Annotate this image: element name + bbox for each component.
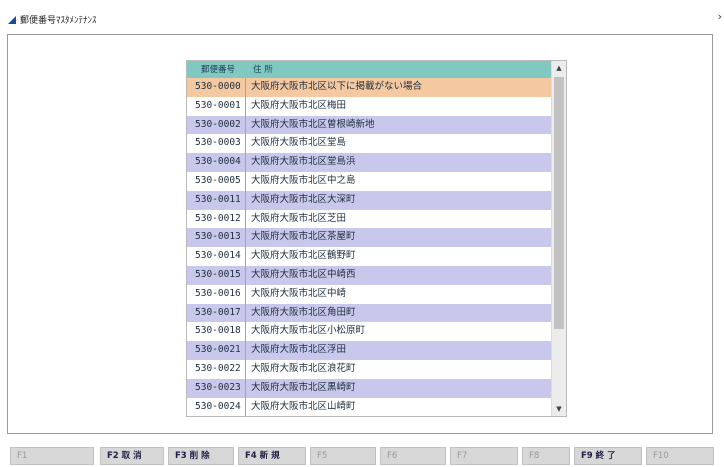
table-row[interactable]: 530-0016 大阪府大阪市北区中崎: [187, 284, 552, 304]
table-row[interactable]: 530-0011 大阪府大阪市北区大深町: [187, 190, 552, 210]
address-cell[interactable]: 大阪府大阪市北区中崎西: [247, 266, 556, 285]
address-cell[interactable]: 大阪府大阪市北区中崎: [247, 285, 556, 304]
table-row[interactable]: 530-0014 大阪府大阪市北区鶴野町: [187, 247, 552, 266]
address-cell[interactable]: 大阪府大阪市北区小松原町: [247, 322, 556, 341]
table-row[interactable]: 530-0021 大阪府大阪市北区浮田: [187, 341, 552, 360]
zip-cell[interactable]: 530-0014: [187, 247, 246, 266]
zip-cell[interactable]: 530-0001: [187, 96, 246, 116]
address-cell[interactable]: 大阪府大阪市北区梅田: [247, 97, 556, 116]
address-cell[interactable]: 大阪府大阪市北区扇町: [247, 416, 556, 417]
zip-cell[interactable]: 530-0012: [187, 209, 246, 229]
fkey-f1-button[interactable]: F1: [10, 447, 94, 465]
zip-cell[interactable]: 530-0017: [187, 303, 246, 323]
zip-cell[interactable]: 530-0002: [187, 115, 246, 135]
table-row[interactable]: 530-0000 大阪府大阪市北区以下に掲載がない場合: [187, 78, 552, 97]
address-cell[interactable]: 大阪府大阪市北区黒崎町: [247, 379, 556, 398]
close-icon[interactable]: ›: [718, 10, 722, 23]
fkey-f3-button[interactable]: F3 削 除: [168, 447, 234, 465]
zip-cell[interactable]: 530-0025: [187, 416, 246, 417]
zip-cell[interactable]: 530-0018: [187, 322, 246, 342]
address-cell[interactable]: 大阪府大阪市北区山崎町: [247, 398, 556, 416]
scrollbar-thumb[interactable]: [554, 77, 564, 329]
table-row[interactable]: 530-0003 大阪府大阪市北区堂島: [187, 134, 552, 154]
address-cell[interactable]: 大阪府大阪市北区大深町: [247, 191, 556, 210]
table-row[interactable]: 530-0013 大阪府大阪市北区茶屋町: [187, 228, 552, 248]
address-cell[interactable]: 大阪府大阪市北区曽根崎新地: [247, 116, 556, 135]
zip-cell[interactable]: 530-0015: [187, 265, 246, 285]
fkey-f7-button[interactable]: F7: [450, 447, 518, 465]
fkey-f6-button[interactable]: F6: [380, 447, 446, 465]
table-row[interactable]: 530-0017 大阪府大阪市北区角田町: [187, 303, 552, 323]
zip-cell[interactable]: 530-0021: [187, 341, 246, 360]
zip-cell[interactable]: 530-0000: [187, 78, 246, 97]
app-icon: [8, 16, 16, 24]
table-row[interactable]: 530-0018 大阪府大阪市北区小松原町: [187, 322, 552, 342]
fkey-f5-button[interactable]: F5: [310, 447, 376, 465]
address-cell[interactable]: 大阪府大阪市北区堂島: [247, 134, 556, 153]
zip-cell[interactable]: 530-0023: [187, 378, 246, 398]
fkey-f4-button[interactable]: F4 新 規: [238, 447, 306, 465]
zip-cell[interactable]: 530-0003: [187, 134, 246, 154]
grid-header: 郵便番号 住 所: [187, 61, 552, 78]
chevron-up-icon[interactable]: ▲: [552, 61, 566, 75]
table-row[interactable]: 530-0025大阪府大阪市北区扇町: [187, 416, 552, 417]
fkey-f8-button[interactable]: F8: [522, 447, 570, 465]
address-cell[interactable]: 大阪府大阪市北区浮田: [247, 341, 556, 360]
address-cell[interactable]: 大阪府大阪市北区芝田: [247, 210, 556, 229]
zip-cell[interactable]: 530-0024: [187, 397, 246, 416]
address-cell[interactable]: 大阪府大阪市北区鶴野町: [247, 247, 556, 266]
address-cell[interactable]: 大阪府大阪市北区角田町: [247, 304, 556, 323]
table-row[interactable]: 530-0001 大阪府大阪市北区梅田: [187, 96, 552, 116]
table-row[interactable]: 530-0005 大阪府大阪市北区中之島: [187, 171, 552, 191]
title-bar: 郵便番号ﾏｽﾀﾒﾝﾃﾅﾝｽ ›: [0, 0, 724, 34]
postal-code-grid[interactable]: 郵便番号 住 所 530-0000 大阪府大阪市北区以下に掲載がない場合 530-0…: [186, 60, 567, 417]
zip-cell[interactable]: 530-0013: [187, 228, 246, 248]
table-row[interactable]: 530-0012 大阪府大阪市北区芝田: [187, 209, 552, 229]
table-row[interactable]: 530-0015 大阪府大阪市北区中崎西: [187, 265, 552, 285]
fkey-f10-button[interactable]: F10: [646, 447, 714, 465]
address-cell[interactable]: 大阪府大阪市北区以下に掲載がない場合: [247, 78, 556, 97]
address-cell[interactable]: 大阪府大阪市北区浪花町: [247, 360, 556, 379]
grid-rows: 530-0000 大阪府大阪市北区以下に掲載がない場合 530-0001 大阪府大阪市…: [187, 78, 552, 417]
vertical-scrollbar[interactable]: ▲ ▼: [551, 61, 566, 416]
zip-cell[interactable]: 530-0005: [187, 171, 246, 191]
table-row[interactable]: 530-0023 大阪府大阪市北区黒崎町: [187, 378, 552, 398]
zip-cell[interactable]: 530-0016: [187, 284, 246, 304]
zip-cell[interactable]: 530-0011: [187, 190, 246, 210]
fkey-f2-button[interactable]: F2 取 消: [100, 447, 164, 465]
header-zip[interactable]: 郵便番号: [201, 63, 235, 75]
table-row[interactable]: 530-0004 大阪府大阪市北区堂島浜: [187, 153, 552, 172]
header-address[interactable]: 住 所: [253, 63, 273, 75]
zip-cell[interactable]: 530-0022: [187, 359, 246, 379]
table-row[interactable]: 530-0002 大阪府大阪市北区曽根崎新地: [187, 115, 552, 135]
table-row[interactable]: 530-0022 大阪府大阪市北区浪花町: [187, 359, 552, 379]
address-cell[interactable]: 大阪府大阪市北区中之島: [247, 172, 556, 191]
address-cell[interactable]: 大阪府大阪市北区堂島浜: [247, 153, 556, 172]
table-row[interactable]: 530-0024 大阪府大阪市北区山崎町: [187, 397, 552, 416]
zip-cell[interactable]: 530-0004: [187, 153, 246, 172]
address-cell[interactable]: 大阪府大阪市北区茶屋町: [247, 228, 556, 247]
chevron-down-icon[interactable]: ▼: [552, 402, 566, 416]
fkey-f9-button[interactable]: F9 終 了: [574, 447, 642, 465]
window-title: 郵便番号ﾏｽﾀﾒﾝﾃﾅﾝｽ: [20, 16, 97, 26]
